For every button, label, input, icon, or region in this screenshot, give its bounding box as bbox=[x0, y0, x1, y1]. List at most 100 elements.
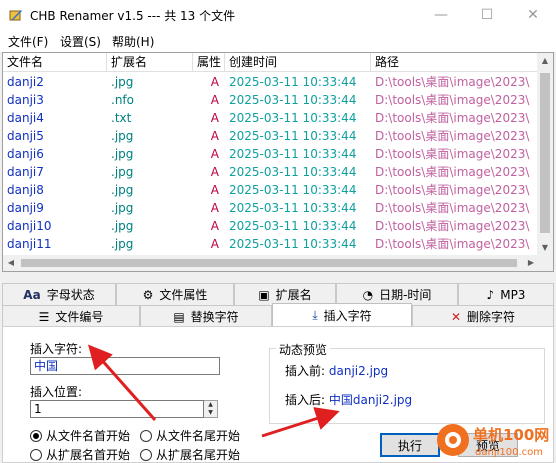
table-row[interactable]: danji3 .nfo A 2025-03-11 10:33:44 D:\too… bbox=[3, 91, 539, 109]
radio-label: 从扩展名尾开始 bbox=[156, 448, 241, 462]
menu-settings[interactable]: 设置(S) bbox=[60, 33, 101, 50]
radio-dot bbox=[140, 429, 152, 442]
insert-text-input[interactable]: 中国 bbox=[30, 357, 220, 375]
preview-group bbox=[269, 348, 545, 424]
cell-ext: .jpg bbox=[111, 129, 134, 143]
maximize-button[interactable]: ☐ bbox=[464, 0, 510, 30]
scroll-down-icon[interactable]: ▼ bbox=[537, 240, 553, 256]
tab-file-attributes[interactable]: ⚙ 文件属性 bbox=[116, 283, 234, 305]
radio-dot bbox=[30, 448, 42, 461]
insert-position-input[interactable]: 1 bbox=[30, 400, 204, 418]
tab-mp3[interactable]: ♪ MP3 bbox=[458, 283, 554, 305]
table-row[interactable]: danji4 .txt A 2025-03-11 10:33:44 D:\too… bbox=[3, 109, 539, 127]
preview-after-label: 插入后: bbox=[285, 393, 326, 407]
cell-time: 2025-03-11 10:33:44 bbox=[229, 237, 357, 251]
table-row[interactable]: danji2 .jpg A 2025-03-11 10:33:44 D:\too… bbox=[3, 73, 539, 91]
table-row[interactable]: danji10 .jpg A 2025-03-11 10:33:44 D:\to… bbox=[3, 217, 539, 235]
radio-from-ext-end[interactable]: 从扩展名尾开始 bbox=[140, 446, 240, 463]
table-row[interactable]: danji6 .jpg A 2025-03-11 10:33:44 D:\too… bbox=[3, 145, 539, 163]
spin-down-icon[interactable]: ▼ bbox=[204, 409, 217, 417]
table-row[interactable]: danji9 .jpg A 2025-03-11 10:33:44 D:\too… bbox=[3, 199, 539, 217]
cell-path: D:\tools\桌面\image\2023\ bbox=[375, 201, 530, 215]
scroll-thumb[interactable] bbox=[21, 259, 517, 267]
cell-path: D:\tools\桌面\image\2023\ bbox=[375, 183, 530, 197]
cell-path: D:\tools\桌面\image\2023\ bbox=[375, 93, 530, 107]
col-header-ext[interactable]: 扩展名 bbox=[107, 53, 193, 72]
tab-insert-chars[interactable]: ⤓ 插入字符 bbox=[272, 303, 412, 327]
table-row[interactable]: danji11 .jpg A 2025-03-11 10:33:44 D:\to… bbox=[3, 235, 539, 253]
vertical-scrollbar[interactable]: ▲ ▼ bbox=[537, 53, 553, 256]
menu-help[interactable]: 帮助(H) bbox=[112, 33, 154, 50]
tab-extension[interactable]: ▣ 扩展名 bbox=[234, 283, 336, 305]
position-spinner[interactable]: ▲ ▼ bbox=[204, 400, 218, 418]
radio-from-name-end[interactable]: 从文件名尾开始 bbox=[140, 427, 240, 444]
tab-file-numbering[interactable]: ☰ 文件编号 bbox=[2, 305, 140, 327]
insert-icon: ⤓ bbox=[312, 308, 318, 322]
col-header-time[interactable]: 创建时间 bbox=[225, 53, 371, 72]
radio-from-ext-start[interactable]: 从扩展名首开始 bbox=[30, 446, 130, 463]
scroll-corner bbox=[537, 255, 553, 271]
preview-after: 插入后: 中国danji2.jpg bbox=[285, 391, 412, 408]
col-header-attr[interactable]: 属性 bbox=[193, 53, 225, 72]
insert-text-label: 插入字符: bbox=[30, 342, 83, 356]
scroll-left-icon[interactable]: ◀ bbox=[3, 255, 19, 271]
horizontal-scrollbar[interactable]: ◀ ▶ bbox=[3, 255, 539, 271]
table-row[interactable]: danji8 .jpg A 2025-03-11 10:33:44 D:\too… bbox=[3, 181, 539, 199]
menu-file[interactable]: 文件(F) bbox=[8, 33, 48, 50]
watermark-text: 单机100网 bbox=[473, 426, 549, 444]
close-button[interactable]: ✕ bbox=[510, 0, 556, 30]
menu-bar: 文件(F) 设置(S) 帮助(H) bbox=[0, 30, 556, 52]
table-body: danji2 .jpg A 2025-03-11 10:33:44 D:\too… bbox=[3, 73, 539, 253]
cell-name: danji8 bbox=[7, 183, 44, 197]
cell-time: 2025-03-11 10:33:44 bbox=[229, 75, 357, 89]
radio-label: 从扩展名首开始 bbox=[46, 448, 131, 462]
preview-before: 插入前: danji2.jpg bbox=[285, 362, 388, 379]
cell-path: D:\tools\桌面\image\2023\ bbox=[375, 219, 530, 233]
tab-date-time[interactable]: ◔ 日期-时间 bbox=[336, 283, 458, 305]
cell-ext: .jpg bbox=[111, 201, 134, 215]
cell-name: danji5 bbox=[7, 129, 44, 143]
cell-attr: A bbox=[210, 147, 219, 161]
table-row[interactable]: danji7 .jpg A 2025-03-11 10:33:44 D:\too… bbox=[3, 163, 539, 181]
preview-after-prefix: 中国 bbox=[328, 393, 353, 407]
spin-up-icon[interactable]: ▲ bbox=[204, 401, 217, 409]
cell-path: D:\tools\桌面\image\2023\ bbox=[375, 237, 530, 251]
radio-label: 从文件名首开始 bbox=[46, 429, 131, 443]
tab-letter-case[interactable]: Aa 字母状态 bbox=[2, 283, 116, 305]
table-row[interactable]: danji5 .jpg A 2025-03-11 10:33:44 D:\too… bbox=[3, 127, 539, 145]
file-list[interactable]: 文件名 扩展名 属性 创建时间 路径 danji2 .jpg A 2025-03… bbox=[2, 52, 554, 272]
delete-icon: ✕ bbox=[450, 309, 462, 324]
radio-from-name-start[interactable]: 从文件名首开始 bbox=[30, 427, 130, 444]
insert-position-label: 插入位置: bbox=[30, 385, 83, 399]
cell-name: danji2 bbox=[7, 75, 44, 89]
list-icon: ☰ bbox=[38, 309, 50, 324]
cell-time: 2025-03-11 10:33:44 bbox=[229, 165, 357, 179]
tab-label: 日期-时间 bbox=[379, 288, 432, 302]
cell-attr: A bbox=[210, 237, 219, 251]
app-icon bbox=[9, 10, 22, 21]
replace-icon: ▤ bbox=[173, 309, 185, 324]
cell-attr: A bbox=[210, 165, 219, 179]
col-header-path[interactable]: 路径 bbox=[371, 53, 539, 72]
cell-time: 2025-03-11 10:33:44 bbox=[229, 183, 357, 197]
minimize-button[interactable]: — bbox=[418, 0, 464, 30]
scroll-thumb[interactable] bbox=[540, 73, 550, 233]
tab-delete-chars[interactable]: ✕ 删除字符 bbox=[412, 305, 554, 327]
extension-icon: ▣ bbox=[258, 287, 270, 302]
scroll-up-icon[interactable]: ▲ bbox=[537, 53, 553, 69]
cell-ext: .nfo bbox=[111, 93, 134, 107]
cell-ext: .jpg bbox=[111, 75, 134, 89]
cell-time: 2025-03-11 10:33:44 bbox=[229, 147, 357, 161]
tab-label: 字母状态 bbox=[46, 288, 95, 302]
cell-ext: .jpg bbox=[111, 237, 134, 251]
col-header-name[interactable]: 文件名 bbox=[3, 53, 107, 72]
tab-label: 扩展名 bbox=[275, 288, 312, 302]
cell-name: danji6 bbox=[7, 147, 44, 161]
title-bar: CHB Renamer v1.5 --- 共 13 个文件 — ☐ ✕ bbox=[0, 0, 556, 30]
cell-ext: .txt bbox=[111, 111, 132, 125]
tab-replace-chars[interactable]: ▤ 替换字符 bbox=[140, 305, 272, 327]
preview-before-value: danji2.jpg bbox=[328, 364, 389, 378]
cell-time: 2025-03-11 10:33:44 bbox=[229, 111, 357, 125]
cell-path: D:\tools\桌面\image\2023\ bbox=[375, 111, 530, 125]
cell-name: danji10 bbox=[7, 219, 52, 233]
